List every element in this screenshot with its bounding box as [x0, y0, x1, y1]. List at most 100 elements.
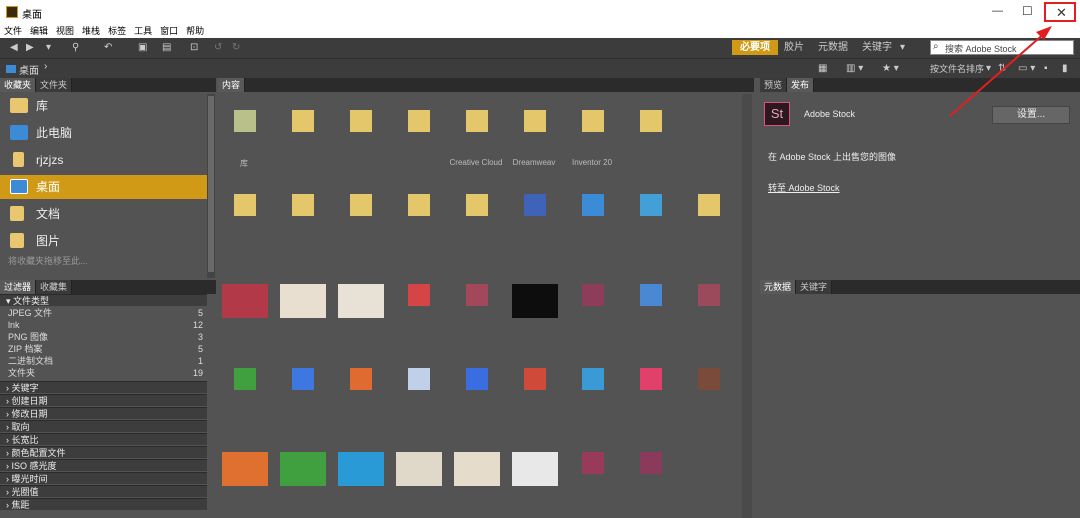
file-thumbnail[interactable]: [454, 452, 500, 486]
file-thumbnail[interactable]: [280, 452, 326, 486]
file-thumbnail[interactable]: [350, 194, 372, 216]
tab-filter[interactable]: 过滤器: [0, 280, 37, 294]
filter-row[interactable]: 文件夹 19: [8, 368, 203, 379]
favorite-pictures[interactable]: 图片: [6, 229, 206, 253]
boomerang-icon[interactable]: ⚲: [72, 41, 79, 55]
menu-stack[interactable]: 堆栈: [78, 24, 104, 38]
minimize-button[interactable]: —: [992, 5, 1003, 17]
workspace-metadata[interactable]: 元数据: [818, 41, 848, 55]
file-thumbnail[interactable]: [234, 194, 256, 216]
open-recent-icon[interactable]: ⊡: [190, 41, 198, 55]
filter-section-keywords[interactable]: › 关键字: [0, 381, 207, 393]
file-thumbnail[interactable]: [582, 368, 604, 390]
maximize-button[interactable]: ☐: [1022, 4, 1033, 18]
file-thumbnail[interactable]: [582, 452, 604, 474]
file-thumbnail[interactable]: [222, 284, 268, 318]
recent-dropdown-icon[interactable]: ▾: [46, 41, 51, 55]
filter-section-date-modified[interactable]: › 修改日期: [0, 407, 207, 419]
close-button[interactable]: ✕: [1044, 2, 1076, 22]
return-icon[interactable]: ↶: [104, 41, 112, 55]
favorites-scroll-thumb[interactable]: [208, 96, 214, 272]
menu-file[interactable]: 文件: [0, 24, 26, 38]
workspace-essentials[interactable]: 必要项: [732, 40, 778, 55]
file-thumbnail[interactable]: [524, 368, 546, 390]
rotate-right-icon[interactable]: ↻: [232, 41, 240, 55]
view-options-icon[interactable]: ▥ ▾: [846, 62, 863, 76]
menu-view[interactable]: 视图: [52, 24, 78, 38]
tab-content[interactable]: 内容: [218, 78, 246, 92]
workspace-dropdown-icon[interactable]: ▾: [900, 41, 905, 55]
filter-section-aspect-ratio[interactable]: › 长宽比: [0, 433, 207, 445]
menu-tools[interactable]: 工具: [130, 24, 156, 38]
file-thumbnail[interactable]: [408, 368, 430, 390]
filter-row[interactable]: 二进制文档 1: [8, 356, 203, 367]
file-thumbnail[interactable]: [408, 110, 430, 132]
file-thumbnail[interactable]: [698, 284, 720, 306]
favorite-this-pc[interactable]: 此电脑: [6, 121, 206, 145]
file-thumbnail[interactable]: [466, 284, 488, 306]
filter-row[interactable]: lnk 12: [8, 320, 203, 331]
filter-row[interactable]: JPEG 文件 5: [8, 308, 203, 319]
file-thumbnail[interactable]: [292, 368, 314, 390]
filter-section-orientation[interactable]: › 取向: [0, 420, 207, 432]
filter-section-iso[interactable]: › ISO 感光度: [0, 459, 207, 471]
camera-icon[interactable]: ▣: [138, 41, 147, 55]
filter-row[interactable]: PNG 图像 3: [8, 332, 203, 343]
file-thumbnail[interactable]: [582, 110, 604, 132]
file-thumbnail[interactable]: [292, 194, 314, 216]
workspace-filmstrip[interactable]: 胶片: [784, 41, 804, 55]
file-thumbnail[interactable]: [582, 194, 604, 216]
rotate-left-icon[interactable]: ↺: [214, 41, 222, 55]
tab-collections[interactable]: 收藏集: [36, 280, 73, 294]
menu-edit[interactable]: 编辑: [26, 24, 52, 38]
content-scrollbar[interactable]: [742, 94, 752, 518]
file-thumbnail[interactable]: [524, 110, 546, 132]
file-thumbnail[interactable]: [350, 110, 372, 132]
file-thumbnail[interactable]: [524, 194, 546, 216]
filter-row[interactable]: ZIP 档案 5: [8, 344, 203, 355]
tab-keywords[interactable]: 关键字: [796, 280, 833, 294]
favorite-user-folder[interactable]: rjzjzs: [6, 148, 206, 172]
file-thumbnail[interactable]: [396, 452, 442, 486]
tab-publish[interactable]: 发布: [787, 78, 815, 92]
forward-icon[interactable]: ▶: [26, 41, 34, 55]
file-thumbnail[interactable]: [640, 110, 662, 132]
file-thumbnail[interactable]: [280, 284, 326, 318]
file-thumbnail[interactable]: [408, 194, 430, 216]
file-thumbnail[interactable]: [338, 284, 384, 318]
file-thumbnail[interactable]: [234, 368, 256, 390]
file-thumbnail[interactable]: [234, 110, 256, 132]
file-thumbnail[interactable]: [338, 452, 384, 486]
file-thumbnail[interactable]: [292, 110, 314, 132]
favorite-documents[interactable]: 文档: [6, 202, 206, 226]
delete-icon[interactable]: ▮: [1062, 62, 1068, 76]
tab-folders[interactable]: 文件夹: [36, 78, 73, 92]
tab-preview[interactable]: 预览: [760, 78, 788, 92]
filter-section-focal-length[interactable]: › 焦距: [0, 498, 207, 510]
filter-section-aperture[interactable]: › 光圈值: [0, 485, 207, 497]
file-thumbnail[interactable]: [582, 284, 604, 306]
filter-file-type-header[interactable]: ▾ 文件类型: [0, 294, 207, 306]
star-filter-icon[interactable]: ★ ▾: [882, 62, 899, 76]
file-thumbnail[interactable]: [512, 284, 558, 318]
menu-help[interactable]: 帮助: [182, 24, 208, 38]
menu-window[interactable]: 窗口: [156, 24, 182, 38]
breadcrumb-chevron-icon[interactable]: ›: [44, 61, 47, 72]
file-thumbnail[interactable]: [466, 194, 488, 216]
file-thumbnail[interactable]: [466, 368, 488, 390]
file-thumbnail[interactable]: [640, 368, 662, 390]
filter-section-exposure[interactable]: › 曝光时间: [0, 472, 207, 484]
file-thumbnail[interactable]: [698, 368, 720, 390]
file-thumbnail[interactable]: [640, 452, 662, 474]
filter-section-date-created[interactable]: › 创建日期: [0, 394, 207, 406]
thumbnail-quality-icon[interactable]: ▦: [818, 62, 827, 76]
file-thumbnail[interactable]: [512, 452, 558, 486]
refine-icon[interactable]: ▤: [162, 41, 171, 55]
menu-label[interactable]: 标签: [104, 24, 130, 38]
filter-section-color-profile[interactable]: › 颜色配置文件: [0, 446, 207, 458]
file-thumbnail[interactable]: [222, 452, 268, 486]
file-thumbnail[interactable]: [408, 284, 430, 306]
tab-metadata[interactable]: 元数据: [760, 280, 797, 294]
workspace-keywords[interactable]: 关键字: [862, 41, 892, 55]
goto-stock-link[interactable]: 转至 Adobe Stock: [768, 181, 840, 194]
